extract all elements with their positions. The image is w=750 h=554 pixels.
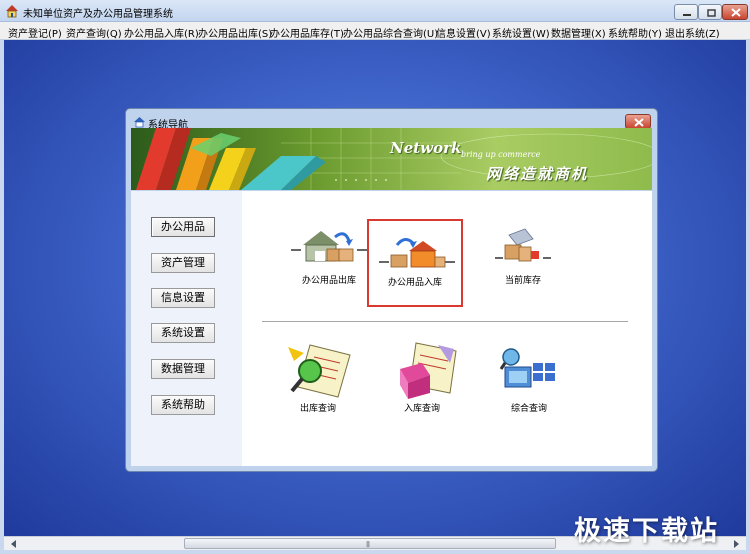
site-watermark: 极速下载站: [574, 516, 719, 547]
window-title: 未知单位资产及办公用品管理系统: [23, 9, 173, 20]
combined-query-icon: [499, 348, 555, 388]
nav-info-settings-button[interactable]: 信息设置: [151, 288, 215, 308]
tile-combined-query[interactable]: 综合查询: [481, 341, 577, 429]
banner-chinese-text: 网络造就商机: [486, 165, 589, 183]
nav-data-management-button[interactable]: 数据管理: [151, 359, 215, 379]
menu-system-help[interactable]: 系统帮助(Y): [608, 25, 662, 40]
tile-inbound-query[interactable]: 入库查询: [374, 341, 470, 429]
scroll-left-icon[interactable]: [8, 539, 20, 549]
menu-info-settings[interactable]: 信息设置(V): [436, 25, 491, 40]
menu-system-settings[interactable]: 系统设置(W): [492, 25, 550, 40]
section-divider: [262, 321, 628, 323]
banner-image: Network bring up commerce 网络造就商机: [131, 128, 652, 190]
outbound-query-icon: [288, 344, 351, 398]
warehouse-out-icon: [291, 231, 367, 262]
close-icon: [731, 8, 741, 17]
dialog-app-icon: [134, 117, 145, 128]
minimize-button[interactable]: [674, 4, 698, 20]
menu-office-stock[interactable]: 办公用品库存(T): [270, 25, 344, 40]
window-title-bar: 未知单位资产及办公用品管理系统: [0, 0, 750, 22]
nav-system-settings-button[interactable]: 系统设置: [151, 323, 215, 343]
minimize-icon: [683, 14, 691, 16]
banner-sub-text: bring up commerce: [461, 150, 541, 159]
tile-label: 当前库存: [504, 276, 541, 286]
module-panel: 办公用品出库 办公用品入库 当前库存 出库查询 入库查询 综合查询: [242, 191, 652, 466]
tile-office-outbound[interactable]: 办公用品出库: [281, 219, 377, 307]
app-house-icon: [6, 5, 18, 18]
close-button[interactable]: [722, 4, 748, 20]
banner-english-text: Network: [390, 139, 462, 157]
nav-asset-management-button[interactable]: 资产管理: [151, 253, 215, 273]
tile-label: 办公用品入库: [387, 278, 442, 288]
maximize-button[interactable]: [698, 4, 722, 20]
nav-office-supplies-button[interactable]: 办公用品: [151, 217, 215, 237]
menu-bar: 资产登记(P) 资产查询(Q) 办公用品入库(R) 办公用品出库(S) 办公用品…: [0, 22, 750, 40]
inbound-query-icon: [400, 342, 457, 399]
navigation-dialog: 系统导航 Network bring up commerce 网络造就商机 办公…: [125, 108, 658, 472]
menu-exit[interactable]: 退出系统(Z): [665, 25, 720, 40]
tile-label: 办公用品出库: [301, 276, 356, 286]
tile-label: 出库查询: [299, 404, 336, 414]
scroll-thumb[interactable]: |||: [184, 538, 556, 549]
tile-label: 入库查询: [403, 404, 440, 414]
menu-office-combined-query[interactable]: 办公用品综合查询(U): [343, 25, 438, 40]
tile-label: 综合查询: [510, 404, 547, 414]
tile-office-inbound[interactable]: 办公用品入库: [367, 219, 463, 307]
stock-icon: [495, 228, 551, 262]
nav-system-help-button[interactable]: 系统帮助: [151, 395, 215, 415]
menu-office-inbound[interactable]: 办公用品入库(R): [124, 25, 199, 40]
scroll-right-icon[interactable]: [730, 539, 742, 549]
nav-sidebar: 办公用品 资产管理 信息设置 系统设置 数据管理 系统帮助: [131, 191, 242, 466]
warehouse-in-icon: [379, 238, 455, 268]
restore-icon: [707, 9, 716, 17]
dialog-close-button[interactable]: [625, 114, 651, 129]
menu-office-outbound[interactable]: 办公用品出库(S): [198, 25, 272, 40]
menu-asset-query[interactable]: 资产查询(Q): [66, 25, 122, 40]
tile-outbound-query[interactable]: 出库查询: [270, 341, 366, 429]
menu-data-management[interactable]: 数据管理(X): [551, 25, 606, 40]
grip-icon: |||: [366, 541, 370, 548]
menu-asset-register[interactable]: 资产登记(P): [8, 25, 62, 40]
tile-current-stock[interactable]: 当前库存: [475, 219, 571, 307]
